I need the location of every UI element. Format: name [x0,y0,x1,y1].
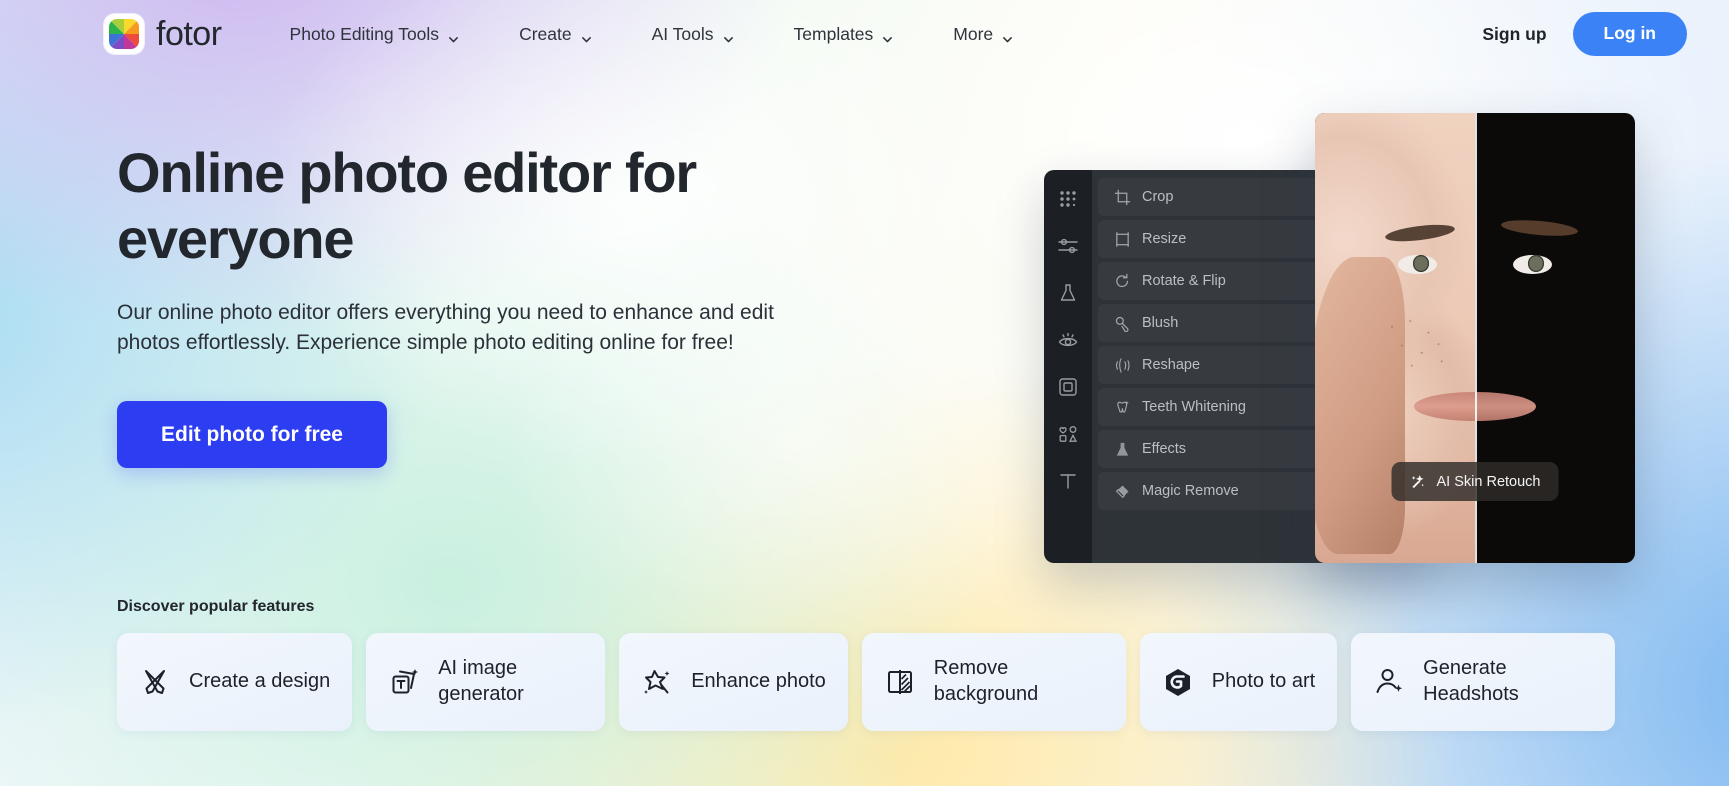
tool-label: Resize [1142,231,1186,247]
popular-features-section: Discover popular features Create a desig… [117,598,1615,731]
header-actions: Sign up Log in [1482,12,1687,56]
sparkle-star-icon [641,666,673,698]
tool-label: Rotate & Flip [1142,273,1226,289]
tool-label: Magic Remove [1142,483,1239,499]
nav-label: More [953,24,993,45]
nav-item-templates[interactable]: Templates [764,14,924,55]
frame-icon[interactable] [1055,374,1081,400]
tool-label: Effects [1142,441,1186,457]
split-rectangle-icon [884,666,916,698]
editor-tool-rail [1044,170,1092,563]
nav-item-more[interactable]: More [923,14,1043,55]
feature-card-ai-image-generator[interactable]: AI image generator [366,633,605,731]
flask-beautify-icon[interactable] [1055,280,1081,306]
ai-skin-retouch-label: AI Skin Retouch [1437,474,1541,490]
feature-label: Photo to art [1212,669,1315,695]
portrait-brow-right [1500,218,1578,239]
feature-label: Create a design [189,669,330,695]
tool-label: Reshape [1142,357,1200,373]
hexagon-art-icon [1162,666,1194,698]
feature-card-generate-headshots[interactable]: Generate Headshots [1351,633,1615,731]
feature-label: AI image generator [438,656,583,707]
feature-label: Generate Headshots [1423,656,1593,707]
feature-card-create-a-design[interactable]: Create a design [117,633,352,731]
resize-icon [1114,231,1131,248]
nav-label: Templates [794,24,874,45]
brand-logo[interactable]: fotor [104,14,222,54]
tooth-icon [1114,399,1131,416]
shapes-icon[interactable] [1055,421,1081,447]
edit-photo-for-free-button[interactable]: Edit photo for free [117,401,387,468]
nav-label: Photo Editing Tools [290,24,440,45]
tool-label: Blush [1142,315,1178,331]
log-in-button[interactable]: Log in [1573,12,1687,56]
portrait-freckles [1382,311,1465,383]
chevron-down-icon [882,29,893,40]
chevron-down-icon [581,29,592,40]
main-nav: Photo Editing Tools Create AI Tools Temp… [260,14,1044,55]
stacked-cards-text-icon [388,666,420,698]
portrait-hand [1315,257,1405,554]
tool-label: Crop [1142,189,1173,205]
chevron-down-icon [723,29,734,40]
feature-card-remove-background[interactable]: Remove background [862,633,1126,731]
crop-icon [1114,189,1131,206]
nav-item-create[interactable]: Create [489,14,622,55]
chevron-down-icon [448,29,459,40]
site-header: fotor Photo Editing Tools Create AI Tool… [0,0,1729,68]
effects-icon [1114,441,1131,458]
adjust-sliders-icon[interactable] [1055,233,1081,259]
brand-name: fotor [156,17,222,51]
page-title: Online photo editor for everyone [117,140,807,271]
chevron-down-icon [1002,29,1013,40]
feature-card-photo-to-art[interactable]: Photo to art [1140,633,1337,731]
features-heading: Discover popular features [117,598,1615,616]
sign-up-link[interactable]: Sign up [1482,24,1546,45]
crossed-pencils-icon [139,666,171,698]
nav-label: AI Tools [652,24,714,45]
nav-item-photo-editing-tools[interactable]: Photo Editing Tools [260,14,490,55]
tool-label: Teeth Whitening [1142,399,1246,415]
eraser-icon [1114,483,1131,500]
feature-label: Remove background [934,656,1104,707]
hero-section: Online photo editor for everyone Our onl… [117,140,837,468]
eye-retouch-icon[interactable] [1055,327,1081,353]
nav-item-ai-tools[interactable]: AI Tools [622,14,764,55]
text-tool-icon[interactable] [1055,468,1081,494]
hero-subtitle: Our online photo editor offers everythin… [117,298,817,359]
page-root: fotor Photo Editing Tools Create AI Tool… [0,0,1729,786]
feature-card-enhance-photo[interactable]: Enhance photo [619,633,848,731]
nav-label: Create [519,24,572,45]
fotor-color-wheel-logo-icon [104,14,144,54]
before-after-portrait-image: AI Skin Retouch [1315,113,1635,563]
magic-wand-sparkle-icon [1410,473,1427,490]
person-sparkle-icon [1373,666,1405,698]
grid-dots-icon[interactable] [1055,186,1081,212]
ai-skin-retouch-badge[interactable]: AI Skin Retouch [1392,462,1559,501]
blush-icon [1114,315,1131,332]
feature-card-row: Create a design AI image generator [117,633,1615,731]
feature-label: Enhance photo [691,669,826,695]
reshape-icon [1114,357,1131,374]
rotate-icon [1114,273,1131,290]
